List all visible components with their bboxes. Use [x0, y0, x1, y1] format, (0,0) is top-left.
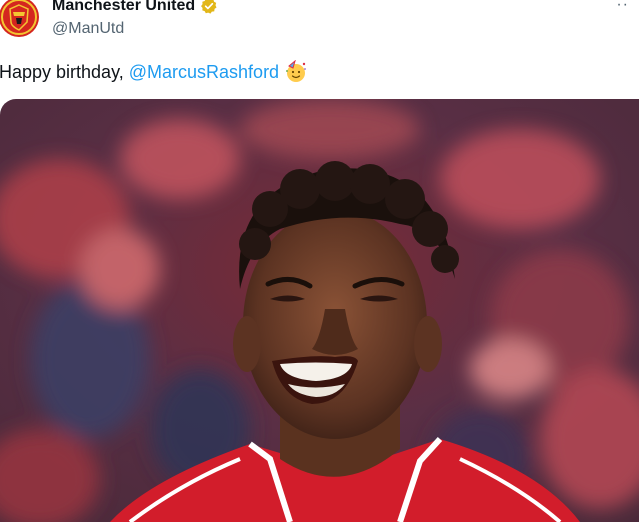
tweet-header: Manchester United @ManUtd ·· [0, 0, 639, 44]
tweet-text: Happy birthday, @MarcusRashford [0, 59, 308, 84]
more-options-icon[interactable]: ·· [616, 0, 629, 14]
name-row: Manchester United [52, 0, 218, 15]
tweet-text-prefix: Happy birthday, [0, 61, 129, 82]
tweet-media[interactable] [0, 99, 639, 522]
display-name[interactable]: Manchester United [52, 0, 195, 15]
mention-link[interactable]: @MarcusRashford [129, 62, 279, 83]
account-handle[interactable]: @ManUtd [52, 20, 124, 38]
club-crest-icon[interactable] [0, 0, 40, 38]
player-smiling-photo [0, 99, 639, 522]
verified-badge-icon [200, 0, 218, 15]
partying-face-emoji-icon [284, 59, 308, 84]
